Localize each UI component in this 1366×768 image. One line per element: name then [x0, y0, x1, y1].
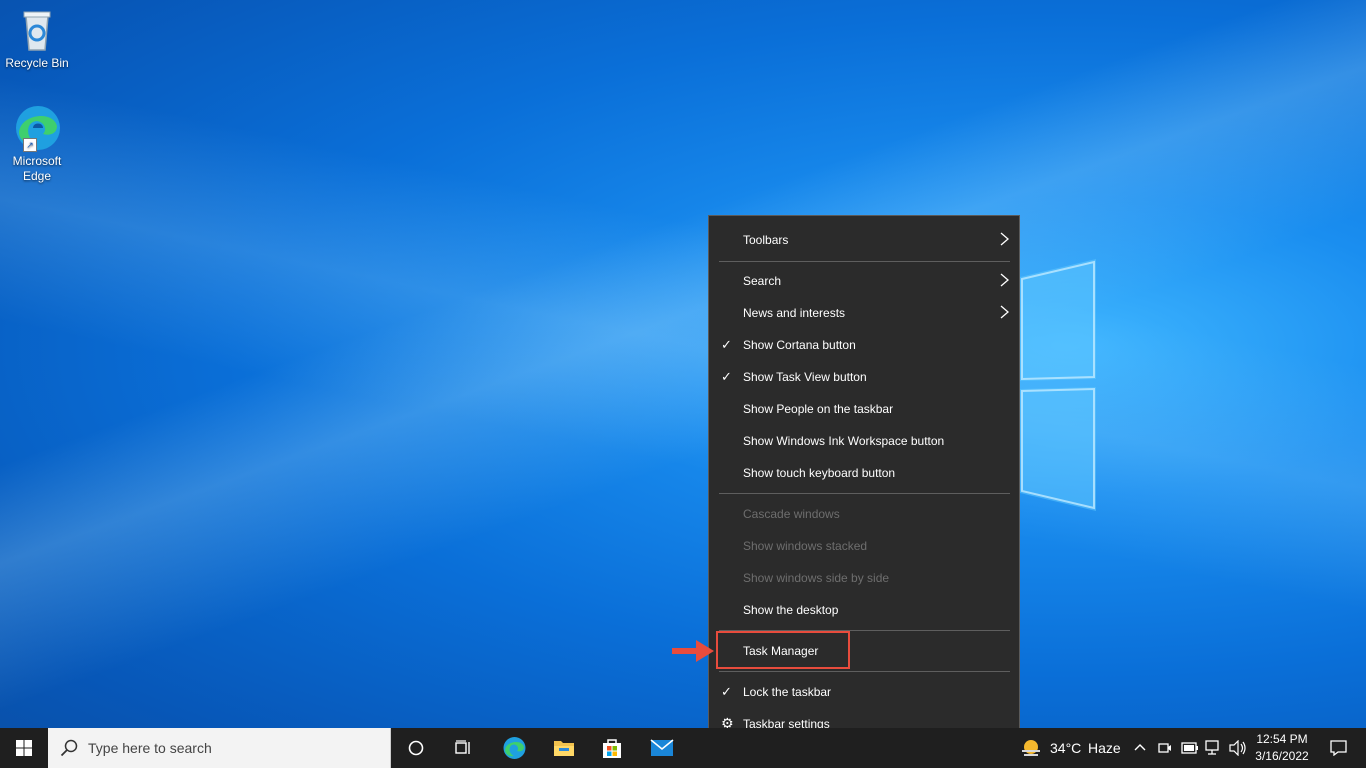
desktop-icon-recycle-bin[interactable]: Recycle Bin: [0, 6, 74, 71]
taskbar-search-box[interactable]: Type here to search: [48, 728, 391, 768]
taskbar-edge-button[interactable]: [490, 728, 538, 768]
clock-time: 12:54 PM: [1256, 732, 1308, 746]
menu-item-label: Show Cortana button: [743, 338, 856, 352]
clock-date: 3/16/2022: [1255, 749, 1309, 763]
menu-item-label: Show touch keyboard button: [743, 466, 896, 480]
menu-item-label: Lock the taskbar: [743, 685, 832, 699]
menu-item-show-people[interactable]: Show People on the taskbar: [709, 393, 1019, 425]
weather-condition: Haze: [1088, 740, 1121, 756]
menu-item-label: Show the desktop: [743, 603, 839, 617]
meet-now-button[interactable]: [1154, 728, 1176, 768]
windows-wallpaper-logo: [1020, 259, 1096, 511]
volume-button[interactable]: [1226, 728, 1250, 768]
menu-separator: [719, 493, 1010, 494]
cortana-button[interactable]: [392, 728, 440, 768]
menu-item-label: Toolbars: [743, 233, 789, 247]
menu-item-news-and-interests[interactable]: News and interests: [709, 297, 1019, 329]
taskbar-clock[interactable]: 12:54 PM 3/16/2022: [1252, 731, 1312, 765]
menu-item-lock-the-taskbar[interactable]: ✓ Lock the taskbar: [709, 676, 1019, 708]
weather-haze-icon: [1022, 740, 1040, 756]
task-view-icon: [455, 740, 470, 754]
chevron-right-icon: [1000, 273, 1009, 287]
folder-icon: [554, 741, 574, 756]
weather-temperature: 34°C: [1050, 740, 1082, 756]
menu-item-label: Show People on the taskbar: [743, 402, 894, 416]
taskbar: Type here to search 34°C Haze 12:54 PM 3…: [0, 728, 1366, 768]
notification-icon: [1330, 740, 1347, 756]
menu-item-show-windows-ink[interactable]: Show Windows Ink Workspace button: [709, 425, 1019, 457]
chevron-right-icon: [1000, 305, 1009, 319]
search-icon: [60, 739, 78, 757]
task-manager-highlight-box: [716, 631, 850, 669]
network-button[interactable]: [1202, 728, 1226, 768]
search-placeholder: Type here to search: [88, 740, 212, 756]
checkmark-icon: ✓: [721, 684, 732, 699]
menu-item-label: News and interests: [743, 306, 846, 320]
menu-item-label: Cascade windows: [743, 507, 840, 521]
cortana-icon: [408, 740, 424, 756]
desktop-icon-microsoft-edge[interactable]: ↗ Microsoft Edge: [0, 104, 74, 184]
store-icon: [603, 739, 621, 758]
volume-icon: [1229, 740, 1246, 756]
mail-icon: [650, 739, 674, 756]
shortcut-arrow-icon: ↗: [23, 138, 37, 152]
menu-item-label: Show windows side by side: [743, 571, 890, 585]
menu-item-show-cortana-button[interactable]: ✓ Show Cortana button: [709, 329, 1019, 361]
annotation-arrow-icon: [672, 640, 714, 662]
menu-item-show-task-view-button[interactable]: ✓ Show Task View button: [709, 361, 1019, 393]
network-icon: [1205, 740, 1219, 755]
notifications-button[interactable]: [1318, 728, 1358, 768]
menu-item-show-windows-stacked: Show windows stacked: [709, 530, 1019, 562]
menu-separator: [719, 261, 1010, 262]
recycle-bin-icon: [13, 6, 61, 54]
show-hidden-icons-button[interactable]: [1130, 728, 1150, 768]
desktop-icon-label: Microsoft Edge: [12, 154, 62, 183]
checkmark-icon: ✓: [721, 369, 732, 384]
menu-item-search[interactable]: Search: [709, 265, 1019, 297]
desktop-icon-label: Recycle Bin: [5, 56, 69, 70]
task-view-button[interactable]: [440, 728, 488, 768]
edge-icon: ↗: [13, 104, 61, 152]
checkmark-icon: ✓: [721, 337, 732, 352]
taskbar-file-explorer-button[interactable]: [540, 728, 588, 768]
chevron-right-icon: [1000, 232, 1009, 246]
battery-button[interactable]: [1178, 728, 1202, 768]
start-button[interactable]: [0, 728, 48, 768]
chevron-up-icon: [1134, 744, 1146, 751]
menu-item-show-windows-side-by-side: Show windows side by side: [709, 562, 1019, 594]
menu-item-label: Search: [743, 274, 782, 288]
menu-item-toolbars[interactable]: Toolbars: [709, 224, 1019, 256]
menu-separator: [719, 671, 1010, 672]
menu-item-label: Show windows stacked: [743, 539, 868, 553]
edge-icon: [503, 737, 526, 759]
menu-item-label: Show Task View button: [743, 370, 867, 384]
menu-item-cascade-windows: Cascade windows: [709, 498, 1019, 530]
taskbar-mail-button[interactable]: [638, 728, 686, 768]
weather-widget[interactable]: 34°C Haze: [1018, 728, 1124, 768]
menu-item-label: Show Windows Ink Workspace button: [743, 434, 945, 448]
windows-start-icon: [16, 740, 32, 756]
taskbar-store-button[interactable]: [588, 728, 636, 768]
menu-item-show-touch-keyboard[interactable]: Show touch keyboard button: [709, 457, 1019, 489]
battery-icon: [1181, 742, 1198, 754]
meet-now-icon: [1158, 743, 1171, 753]
menu-item-show-the-desktop[interactable]: Show the desktop: [709, 594, 1019, 626]
